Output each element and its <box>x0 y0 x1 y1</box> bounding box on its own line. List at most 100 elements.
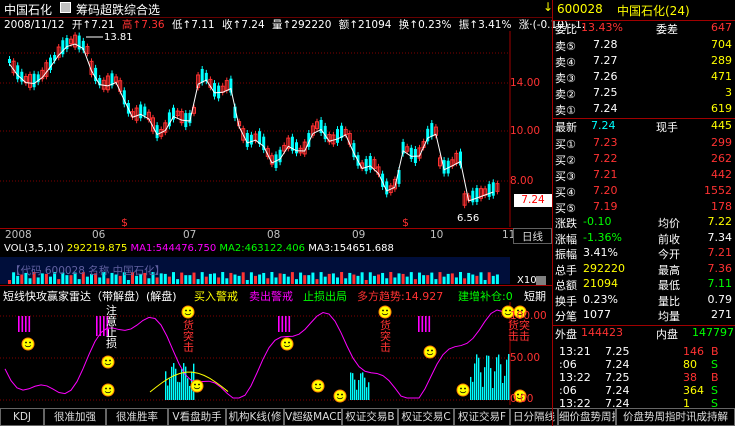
stat-label: 量比 <box>658 294 680 308</box>
bottom-tab-9[interactable]: 日分隔线 <box>510 408 558 426</box>
volume-bar <box>192 272 196 284</box>
tick-volume: 38 <box>683 371 697 384</box>
bottom-tab-8[interactable]: 权证交易F <box>454 408 510 426</box>
moving-average-line <box>9 43 494 202</box>
tool-label[interactable]: 筹码超跌综合选 <box>76 1 160 18</box>
stat-value: 0.79 <box>707 292 733 306</box>
ohlc-turnover: 换↑0.23% <box>398 19 452 31</box>
volume-bar <box>430 272 434 284</box>
tick-row: 13:22 7.24 1 S <box>553 397 735 415</box>
indicator-axis-1: 50.00 <box>510 352 541 364</box>
sell-price: 7.27 <box>593 54 618 67</box>
volume-bar <box>245 279 249 284</box>
stat-label: 最低 <box>658 279 680 292</box>
xianshou-label: 现手 <box>656 121 678 134</box>
checkbox-icon[interactable] <box>60 2 71 13</box>
buy-volume: 1552 <box>704 184 732 197</box>
tick-direction: S <box>711 384 718 397</box>
sell-volume: 619 <box>711 102 732 115</box>
indicator-bar <box>354 379 356 400</box>
indicator-bar <box>474 363 476 400</box>
bottom-tab-1[interactable]: 很准加强 <box>44 408 106 426</box>
stat-label: 最高 <box>658 263 680 277</box>
indicator-bar <box>480 372 482 400</box>
rights-marker-2: $ <box>402 216 409 227</box>
indicator-chart[interactable] <box>0 302 552 405</box>
volume-bar <box>479 272 483 284</box>
volume-bar <box>422 275 426 284</box>
volume-bar <box>323 276 327 284</box>
volume-bar <box>299 272 303 284</box>
bottom-tab-5[interactable]: V超级MACD <box>284 408 342 426</box>
indicator-bar <box>173 363 175 400</box>
weicha-label: 委差 <box>656 23 678 36</box>
indicator-bar <box>350 372 352 400</box>
indicator-text-4: 货突击击 <box>508 319 530 343</box>
volume-bar <box>155 277 159 284</box>
price-axis-label-3: 8.00 <box>510 175 534 187</box>
bottom-tab-3[interactable]: V看盘助手 <box>168 408 226 426</box>
signal-marker <box>425 316 427 332</box>
signal-marker <box>103 316 105 336</box>
stat-label: 均量 <box>658 310 680 323</box>
smiley-icon <box>378 305 392 319</box>
bottom-tab-7[interactable]: 权证交易C <box>398 408 454 426</box>
volume-bar <box>491 275 495 284</box>
volume-bar <box>290 272 294 284</box>
ohlc-high: 高↑7.36 <box>121 19 165 31</box>
smiley-icon <box>456 383 470 397</box>
volume-bar <box>241 272 245 284</box>
volume-bar <box>208 273 212 284</box>
bottom-tab-0[interactable]: KDJ <box>0 408 44 426</box>
indicator-bar <box>183 363 185 400</box>
smiley-icon <box>280 337 294 351</box>
bottom-tab-2[interactable]: 很准胜率 <box>106 408 168 426</box>
signal-marker <box>21 316 24 332</box>
candlestick-chart[interactable]: 13.81 6.56 $ $ <box>0 31 552 227</box>
vol-ma1: MA1:544476.750 <box>130 243 217 254</box>
volume-bar <box>126 279 130 284</box>
latest-row: 最新 7.24 现手 445 <box>553 118 735 137</box>
candle-body <box>491 182 495 196</box>
stat-label: 振幅 <box>555 248 577 261</box>
indicator-bar <box>352 373 354 400</box>
x10-icon[interactable] <box>536 276 546 285</box>
volume-bar <box>180 272 184 284</box>
candle-body <box>16 65 20 80</box>
volume-bar <box>393 277 397 284</box>
tick-volume: 80 <box>683 358 697 371</box>
volume-info-line: VOL(3,5,10) 292219.875 MA1:544476.750 MA… <box>4 243 394 254</box>
sell-price: 7.24 <box>593 102 618 115</box>
volume-bar <box>217 277 221 284</box>
candle-body <box>471 190 475 203</box>
volume-bar <box>348 272 352 284</box>
volume-bar <box>286 276 290 284</box>
signal-marker <box>99 316 102 336</box>
candles <box>8 32 500 209</box>
vol-ma3: MA3:154651.688 <box>308 243 394 254</box>
tick-volume: 364 <box>683 384 704 397</box>
chart-area[interactable]: 中国石化 筹码超跌综合选 ↓ 2008/11/12 开↑7.21 高↑7.36 … <box>0 0 735 426</box>
daily-button[interactable]: 日线 <box>513 228 552 244</box>
volume-bar <box>249 272 253 284</box>
volume-bar <box>381 272 385 284</box>
signal-marker <box>278 316 280 332</box>
vol-label: VOL(3,5,10) <box>4 243 64 254</box>
indicator-bar <box>165 371 167 400</box>
stat-label: 分笔 <box>555 310 577 323</box>
bottom-tab-6[interactable]: 权证交易B <box>342 408 398 426</box>
smiley-icon <box>181 305 195 319</box>
indicator-bar <box>167 385 169 400</box>
stat-value: 3.41% <box>583 246 618 259</box>
volume-bar <box>405 276 409 284</box>
candle-body <box>200 68 204 83</box>
tick-price: 7.25 <box>605 345 630 358</box>
waipan-value: 144423 <box>581 326 623 339</box>
volume-panel[interactable]: 【代码 600028 名称 中国石化】 <box>0 257 510 284</box>
indicator-bar <box>364 377 366 400</box>
tick-time: :06 <box>559 358 577 371</box>
bottom-tab-4[interactable]: 机构K线(修 <box>226 408 284 426</box>
stock-code: 600028 <box>557 2 603 16</box>
smiley-icon <box>190 379 204 393</box>
volume-bar <box>172 272 175 284</box>
